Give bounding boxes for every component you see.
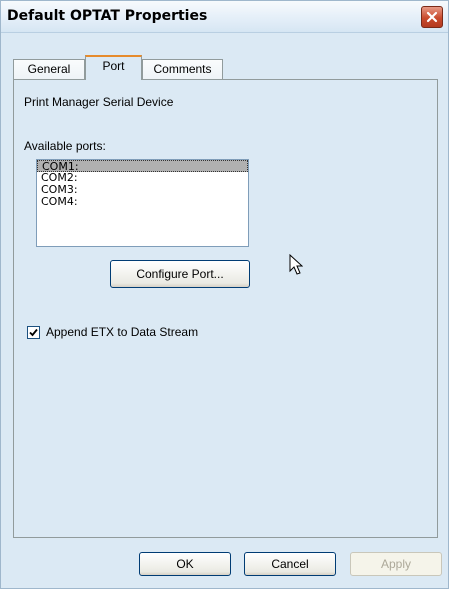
port-tab-panel: Print Manager Serial Device Available po… — [13, 79, 438, 538]
close-x-icon — [426, 11, 438, 23]
tab-comments[interactable]: Comments — [142, 59, 223, 79]
cancel-button[interactable]: Cancel — [244, 552, 336, 576]
append-etx-checkbox[interactable] — [27, 325, 40, 339]
port-item-com4[interactable]: COM4: — [37, 196, 248, 208]
close-button[interactable] — [421, 6, 443, 28]
mouse-pointer-icon — [289, 253, 304, 279]
device-type-label: Print Manager Serial Device — [24, 95, 174, 109]
apply-button[interactable]: Apply — [350, 552, 442, 576]
title-bar[interactable]: Default OPTAT Properties — [1, 1, 448, 33]
checkmark-icon — [29, 328, 38, 336]
append-etx-label: Append ETX to Data Stream — [46, 325, 199, 339]
ports-listbox[interactable]: COM1: COM2: COM3: COM4: — [36, 159, 249, 247]
available-ports-label: Available ports: — [24, 139, 106, 153]
window-title: Default OPTAT Properties — [7, 8, 208, 24]
tab-port[interactable]: Port — [85, 55, 142, 80]
properties-dialog: Default OPTAT Properties General Port Co… — [0, 0, 449, 589]
tab-general[interactable]: General — [13, 59, 85, 79]
configure-port-button[interactable]: Configure Port... — [110, 260, 250, 288]
ok-button[interactable]: OK — [139, 552, 231, 576]
append-etx-row[interactable]: Append ETX to Data Stream — [27, 325, 198, 339]
